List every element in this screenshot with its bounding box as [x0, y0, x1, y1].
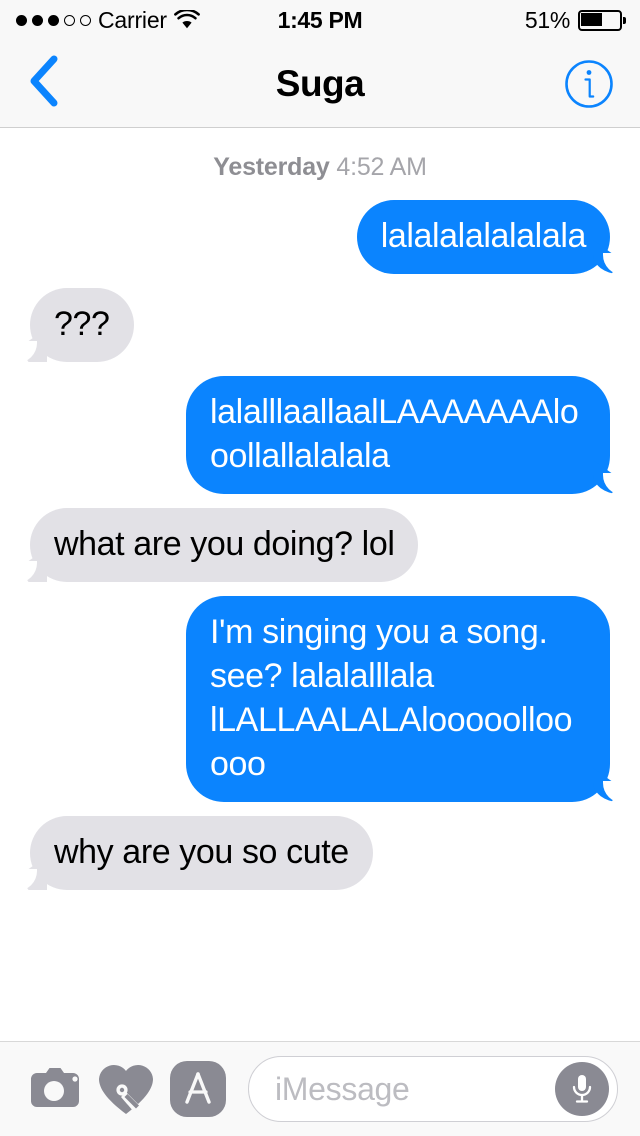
message-bubble-incoming[interactable]: what are you doing? lol	[16, 508, 419, 583]
message-bubble-outgoing[interactable]: I'm singing you a song. see? lalalalllal…	[186, 596, 623, 803]
message-bubble-outgoing[interactable]: lalalllaallaalLAAAAAAAlooollallalalala	[186, 376, 623, 495]
camera-button[interactable]	[18, 1053, 90, 1125]
message-thread[interactable]: Yesterday 4:52 AM lalalalalalalala ??? l…	[0, 129, 640, 1041]
message-row: why are you so cute	[0, 816, 640, 891]
message-input-placeholder: iMessage	[275, 1070, 410, 1107]
navigation-bar: Suga	[0, 40, 640, 128]
message-row: what are you doing? lol	[0, 508, 640, 583]
status-bar: Carrier 1:45 PM 51%	[0, 0, 640, 40]
app-store-button[interactable]	[162, 1053, 234, 1125]
message-row: I'm singing you a song. see? lalalalllal…	[0, 596, 640, 803]
messages-app-screen: Carrier 1:45 PM 51% Suga Yesterday 4:52 …	[0, 0, 640, 1136]
message-bubble-incoming[interactable]: why are you so cute	[17, 816, 373, 891]
camera-icon	[31, 1068, 79, 1107]
message-bubble-outgoing[interactable]: lalalalalalalala	[356, 200, 624, 275]
app-store-icon	[170, 1061, 226, 1117]
dictation-button[interactable]	[555, 1062, 609, 1116]
microphone-icon	[572, 1075, 592, 1103]
message-row: ???	[0, 288, 640, 363]
message-input-field[interactable]: iMessage	[248, 1056, 618, 1122]
contact-info-button[interactable]	[564, 59, 614, 109]
heart-digital-touch-icon	[99, 1064, 153, 1114]
message-row: lalalalalalalala	[0, 200, 640, 275]
info-circle-icon	[565, 59, 613, 108]
timestamp-day: Yesterday	[213, 153, 330, 181]
status-bar-right: 51%	[525, 7, 626, 34]
page-title: Suga	[275, 63, 365, 104]
digital-touch-button[interactable]	[90, 1053, 162, 1125]
battery-percent-label: 51%	[524, 6, 570, 33]
message-bubble-incoming[interactable]: ???	[17, 288, 134, 363]
message-input-toolbar: iMessage	[0, 1041, 640, 1136]
battery-icon	[578, 9, 626, 31]
thread-timestamp: Yesterday 4:52 AM	[0, 153, 640, 182]
message-row: lalalllaallaalLAAAAAAAlooollallalalala	[0, 376, 640, 495]
timestamp-time: 4:52 AM	[336, 153, 427, 181]
